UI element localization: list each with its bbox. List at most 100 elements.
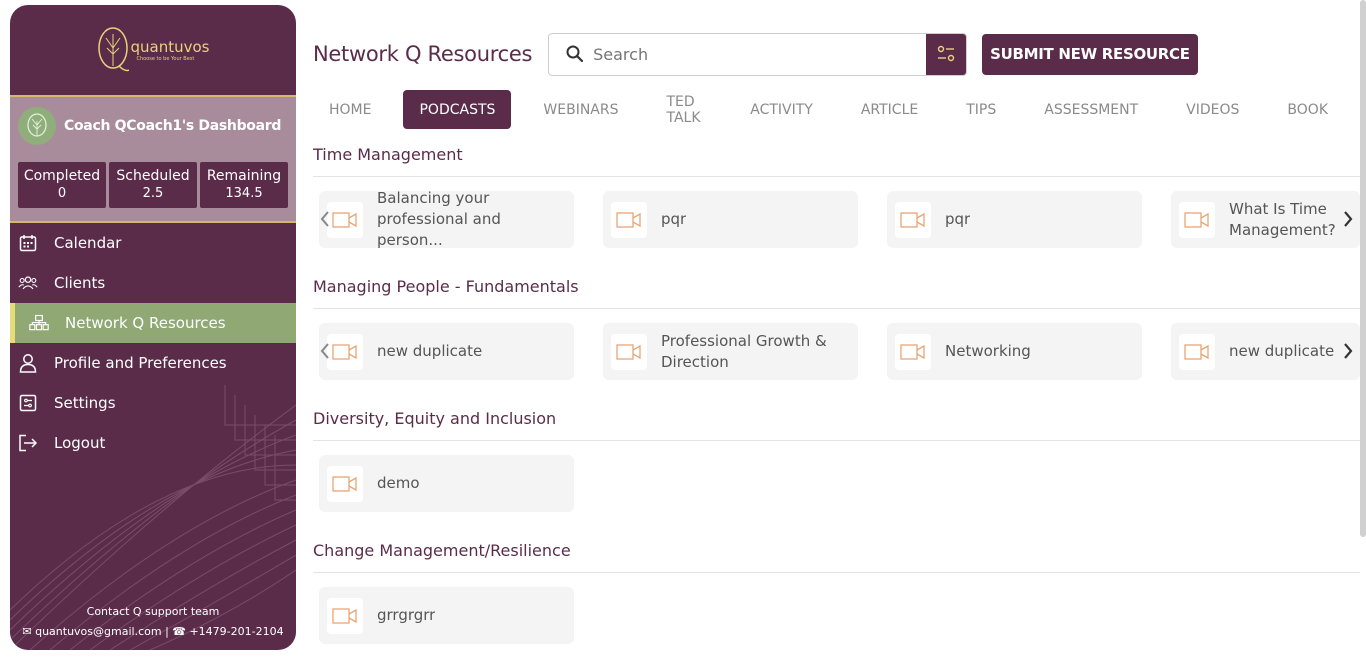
section-title: Time Management xyxy=(313,145,463,164)
tab-home[interactable]: HOME xyxy=(313,90,387,129)
category-tabs: HOME PODCASTS WEBINARS TED TALK ACTIVITY… xyxy=(313,90,1360,129)
sidebar-item-clients[interactable]: Clients xyxy=(10,263,296,303)
header: Network Q Resources SUBMIT NEW RESOURCE xyxy=(313,32,1198,76)
card-title: grrgrgrr xyxy=(377,606,436,624)
video-icon xyxy=(895,333,931,370)
resource-card[interactable]: grrgrgrr xyxy=(319,587,574,644)
tab-assessment[interactable]: ASSESSMENT xyxy=(1028,90,1154,129)
brand-name: quantuvos xyxy=(130,38,210,56)
search-input[interactable] xyxy=(593,44,914,64)
tab-tips[interactable]: TIPS xyxy=(950,90,1012,129)
video-icon xyxy=(327,465,363,502)
resource-card[interactable]: demo xyxy=(319,455,574,512)
card-carousel: new duplicate Professional Growth & Dire… xyxy=(313,323,1360,380)
page-title: Network Q Resources xyxy=(313,42,533,66)
stat-remaining: Remaining 134.5 xyxy=(200,162,288,208)
tree-avatar-icon xyxy=(27,113,47,137)
resource-card[interactable]: Balancing your professional and person..… xyxy=(319,189,574,249)
main-content: Network Q Resources SUBMIT NEW RESOURCE … xyxy=(313,0,1360,657)
card-title: pqr xyxy=(661,210,687,228)
filter-button[interactable] xyxy=(926,33,967,75)
stat-scheduled: Scheduled 2.5 xyxy=(109,162,197,208)
card-carousel: demo xyxy=(313,455,1360,512)
logout-icon xyxy=(18,433,38,453)
tab-book[interactable]: BOOK xyxy=(1271,90,1344,129)
section-diversity-equity-inclusion: Diversity, Equity and Inclusion demo xyxy=(313,409,1360,512)
brand-tagline: Choose to be Your Best xyxy=(136,56,195,62)
sidebar-item-logout[interactable]: Logout xyxy=(10,423,296,463)
tab-article[interactable]: ARTICLE xyxy=(845,90,934,129)
sidebar: quantuvos Choose to be Your Best Coach Q… xyxy=(10,5,296,650)
mail-icon: ✉ xyxy=(22,625,32,638)
sidebar-item-label: Network Q Resources xyxy=(65,314,226,332)
tab-podcasts[interactable]: PODCASTS xyxy=(403,90,512,129)
tab-ted-talk[interactable]: TED TALK xyxy=(651,90,719,129)
chevron-left-icon[interactable] xyxy=(319,209,331,229)
submit-new-resource-button[interactable]: SUBMIT NEW RESOURCE xyxy=(982,33,1198,75)
contact-email[interactable]: quantuvos@gmail.com xyxy=(35,625,161,638)
card-title: Professional Growth & Direction xyxy=(661,331,827,371)
resource-card[interactable]: Networking xyxy=(887,323,1142,380)
video-icon xyxy=(1179,333,1215,370)
tab-activity[interactable]: ACTIVITY xyxy=(734,90,829,129)
resource-card[interactable]: Professional Growth & Direction xyxy=(603,323,858,380)
resource-card[interactable]: pqr xyxy=(887,191,1142,248)
search-icon xyxy=(566,45,584,63)
sidebar-item-network-q-resources[interactable]: Network Q Resources xyxy=(10,303,296,343)
filter-icon xyxy=(937,45,955,62)
user-icon xyxy=(18,353,38,373)
video-icon xyxy=(611,333,647,370)
section-title: Managing People - Fundamentals xyxy=(313,277,579,296)
sidebar-nav: Calendar Clients Network Q Resources Pro… xyxy=(10,223,296,463)
video-icon xyxy=(327,201,363,238)
video-icon xyxy=(895,201,931,238)
settings-icon xyxy=(18,393,38,413)
card-title: What Is Time Management? xyxy=(1229,199,1336,239)
dashboard-summary: Coach QCoach1's Dashboard Completed 0 Sc… xyxy=(10,97,296,221)
section-change-management: Change Management/Resilience grrgrgrr xyxy=(313,541,1360,644)
contact-title: Contact Q support team xyxy=(86,605,220,618)
search-box[interactable] xyxy=(548,32,968,76)
card-title: pqr xyxy=(945,210,971,228)
users-icon xyxy=(18,273,38,293)
chevron-right-icon[interactable] xyxy=(1342,341,1354,361)
brand-logo[interactable]: quantuvos Choose to be Your Best xyxy=(10,5,296,95)
resource-card[interactable]: new duplicate xyxy=(319,323,574,380)
contact-support: Contact Q support team ✉ quantuvos@gmail… xyxy=(10,602,296,642)
sidebar-item-label: Calendar xyxy=(54,234,122,252)
resource-card[interactable]: new duplicate xyxy=(1171,323,1360,380)
sidebar-item-label: Logout xyxy=(54,434,106,452)
resource-card[interactable]: pqr xyxy=(603,191,858,248)
video-icon xyxy=(327,333,363,370)
sidebar-item-calendar[interactable]: Calendar xyxy=(10,223,296,263)
stats-row: Completed 0 Scheduled 2.5 Remaining 134.… xyxy=(18,162,288,208)
chevron-right-icon[interactable] xyxy=(1342,209,1354,229)
chevron-left-icon[interactable] xyxy=(319,341,331,361)
tree-logo-icon xyxy=(97,27,129,72)
card-title: demo xyxy=(377,474,420,492)
page-scrollbar[interactable] xyxy=(1360,0,1366,537)
stat-completed: Completed 0 xyxy=(18,162,106,208)
sidebar-item-label: Settings xyxy=(54,394,116,412)
card-title: Balancing your professional and person..… xyxy=(377,189,501,249)
card-carousel: grrgrgrr xyxy=(313,587,1360,644)
network-icon xyxy=(29,313,49,333)
tab-webinars[interactable]: WEBINARS xyxy=(527,90,634,129)
card-title: new duplicate xyxy=(1229,342,1335,360)
card-title: new duplicate xyxy=(377,342,483,360)
sidebar-item-settings[interactable]: Settings xyxy=(10,383,296,423)
avatar[interactable] xyxy=(18,107,56,145)
resource-card[interactable]: What Is Time Management? xyxy=(1171,191,1360,248)
section-title: Change Management/Resilience xyxy=(313,541,571,560)
calendar-icon xyxy=(18,233,38,253)
dashboard-title: Coach QCoach1's Dashboard xyxy=(64,118,282,134)
video-icon xyxy=(327,597,363,634)
sidebar-item-profile[interactable]: Profile and Preferences xyxy=(10,343,296,383)
tab-videos[interactable]: VIDEOS xyxy=(1170,90,1255,129)
phone-icon: ☎ xyxy=(172,625,186,638)
video-icon xyxy=(611,201,647,238)
card-carousel: Balancing your professional and person..… xyxy=(313,189,1360,249)
section-managing-people: Managing People - Fundamentals new dupli… xyxy=(313,277,1360,380)
card-title: Networking xyxy=(945,342,1031,360)
contact-phone[interactable]: +1479-201-2104 xyxy=(189,625,283,638)
